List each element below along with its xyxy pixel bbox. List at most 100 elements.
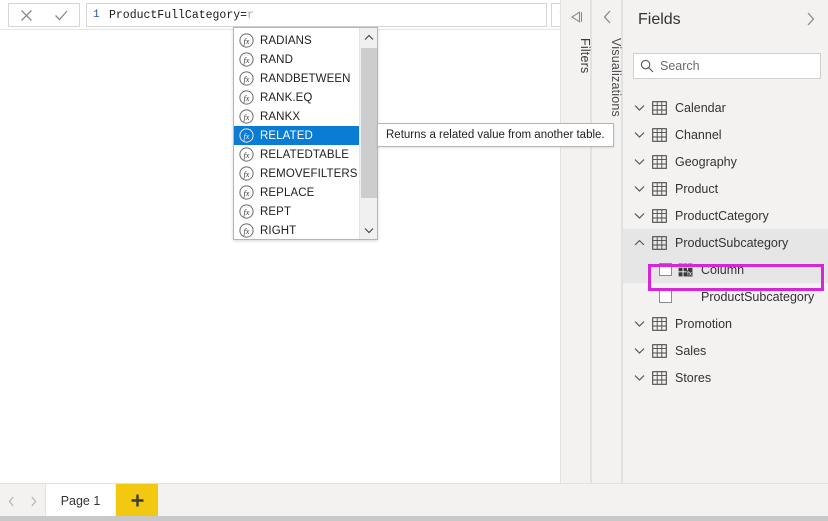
fields-pane-header: Fields (623, 0, 828, 40)
formula-bar-actions (8, 3, 80, 27)
autocomplete-item-label: RANKX (260, 111, 300, 123)
expand-left-triangle-icon (570, 10, 584, 28)
autocomplete-item-label: REPLACE (260, 187, 314, 199)
table-icon (650, 234, 668, 251)
svg-text:fx: fx (244, 151, 250, 160)
fields-table-product[interactable]: Product (623, 175, 828, 202)
fields-table-label: Stores (675, 371, 711, 385)
field-checkbox[interactable] (659, 263, 672, 276)
chevron-down-icon[interactable] (631, 126, 648, 143)
table-icon (650, 342, 668, 359)
field-item-column[interactable]: fx Column (623, 256, 828, 283)
fields-table-label: Geography (675, 155, 737, 169)
fields-table-stores[interactable]: Stores (623, 364, 828, 391)
fields-table-label: Product (675, 182, 718, 196)
scroll-up-button[interactable] (360, 28, 378, 46)
autocomplete-item[interactable]: fx RADIANS (234, 31, 360, 50)
fields-table-productsubcategory[interactable]: ProductSubcategory (623, 229, 828, 256)
svg-text:fx: fx (244, 75, 250, 84)
autocomplete-item[interactable]: fx RAND (234, 50, 360, 69)
expand-visualizations-button[interactable] (592, 8, 623, 30)
expand-filters-button[interactable] (561, 8, 592, 30)
commit-formula-button[interactable] (44, 4, 79, 26)
calculated-column-icon: fx (677, 262, 694, 278)
chevron-down-icon[interactable] (631, 207, 648, 224)
formula-typed-text: ProductFullCategory= (109, 9, 247, 22)
fields-table-label: ProductSubcategory (675, 236, 788, 250)
fx-icon: fx (238, 222, 255, 239)
svg-text:fx: fx (244, 227, 250, 236)
chevron-down-icon[interactable] (631, 342, 648, 359)
fields-table-sales[interactable]: Sales (623, 337, 828, 364)
autocomplete-item-label: RIGHT (260, 225, 296, 237)
fields-tree: Calendar Channel (623, 94, 828, 474)
table-icon (650, 153, 668, 170)
cancel-formula-button[interactable] (9, 4, 44, 26)
svg-text:fx: fx (244, 56, 250, 65)
autocomplete-scrollbar[interactable] (359, 28, 377, 239)
field-checkbox[interactable] (659, 290, 672, 303)
function-tooltip: Returns a related value from another tab… (377, 123, 614, 147)
chevron-down-icon[interactable] (631, 180, 648, 197)
chevron-down-icon[interactable] (631, 99, 648, 116)
field-item-label: ProductSubcategory (701, 290, 814, 304)
page-tab-bar: Page 1 (0, 483, 828, 521)
autocomplete-list: fx RADIANS fx RAND fx (234, 28, 360, 239)
visualizations-panel-label: Visualizations (592, 38, 623, 117)
svg-text:fx: fx (244, 132, 250, 141)
fields-pane-title: Fields (638, 11, 681, 29)
fields-table-promotion[interactable]: Promotion (623, 310, 828, 337)
chevron-down-icon (364, 221, 374, 239)
svg-text:fx: fx (244, 94, 250, 103)
fx-icon: fx (238, 32, 255, 49)
field-item-label: Column (701, 263, 744, 277)
autocomplete-item-label: RANDBETWEEN (260, 73, 351, 85)
formula-input[interactable]: 1 ProductFullCategory=r (86, 3, 547, 27)
autocomplete-item[interactable]: fx RANDBETWEEN (234, 69, 360, 88)
fields-table-label: Promotion (675, 317, 732, 331)
chevron-right-icon (806, 12, 815, 31)
window-bottom-edge (0, 516, 828, 521)
fields-table-geography[interactable]: Geography (623, 148, 828, 175)
autocomplete-item-label: RELATEDTABLE (260, 149, 349, 161)
field-item-productsubcategory[interactable]: ProductSubcategory (623, 283, 828, 310)
scrollbar-thumb[interactable] (361, 48, 377, 198)
autocomplete-item[interactable]: fx REPLACE (234, 183, 360, 202)
collapse-fields-button[interactable] (801, 12, 819, 30)
search-input[interactable] (660, 59, 810, 73)
chevron-up-icon (364, 28, 374, 46)
fields-table-channel[interactable]: Channel (623, 121, 828, 148)
autocomplete-item[interactable]: fx REPT (234, 202, 360, 221)
fields-table-calendar[interactable]: Calendar (623, 94, 828, 121)
function-autocomplete-dropdown[interactable]: fx RADIANS fx RAND fx (233, 27, 378, 240)
filters-panel-label: Filters (561, 38, 592, 73)
chevron-left-icon (8, 494, 15, 512)
fields-pane: Fields (622, 0, 828, 483)
fx-icon: fx (238, 89, 255, 106)
chevron-left-icon (603, 10, 612, 29)
autocomplete-item[interactable]: fx REMOVEFILTERS (234, 164, 360, 183)
svg-text:fx: fx (687, 271, 692, 276)
visualizations-panel-collapsed[interactable]: Visualizations (591, 0, 622, 483)
chevron-down-icon[interactable] (631, 153, 648, 170)
fx-icon: fx (238, 165, 255, 182)
chevron-up-icon[interactable] (631, 234, 648, 251)
autocomplete-item-label: RAND (260, 54, 293, 66)
chevron-down-icon[interactable] (631, 315, 648, 332)
svg-text:fx: fx (244, 170, 250, 179)
svg-text:fx: fx (244, 208, 250, 217)
power-bi-window: 1 ProductFullCategory=r fx RADIANS (0, 0, 828, 521)
fields-table-productcategory[interactable]: ProductCategory (623, 202, 828, 229)
autocomplete-item[interactable]: fx RANK.EQ (234, 88, 360, 107)
chevron-down-icon[interactable] (631, 369, 648, 386)
autocomplete-item[interactable]: fx RELATEDTABLE (234, 145, 360, 164)
filters-panel-collapsed[interactable]: Filters (560, 0, 591, 483)
autocomplete-item-selected[interactable]: fx RELATED (234, 126, 360, 145)
autocomplete-item[interactable]: fx RANKX (234, 107, 360, 126)
fields-table-label: ProductCategory (675, 209, 769, 223)
fx-icon: fx (238, 146, 255, 163)
autocomplete-item[interactable]: fx RIGHT (234, 221, 360, 240)
scroll-down-button[interactable] (360, 221, 378, 239)
formula-bar: 1 ProductFullCategory=r (0, 0, 589, 30)
fields-search-box[interactable] (633, 53, 821, 79)
